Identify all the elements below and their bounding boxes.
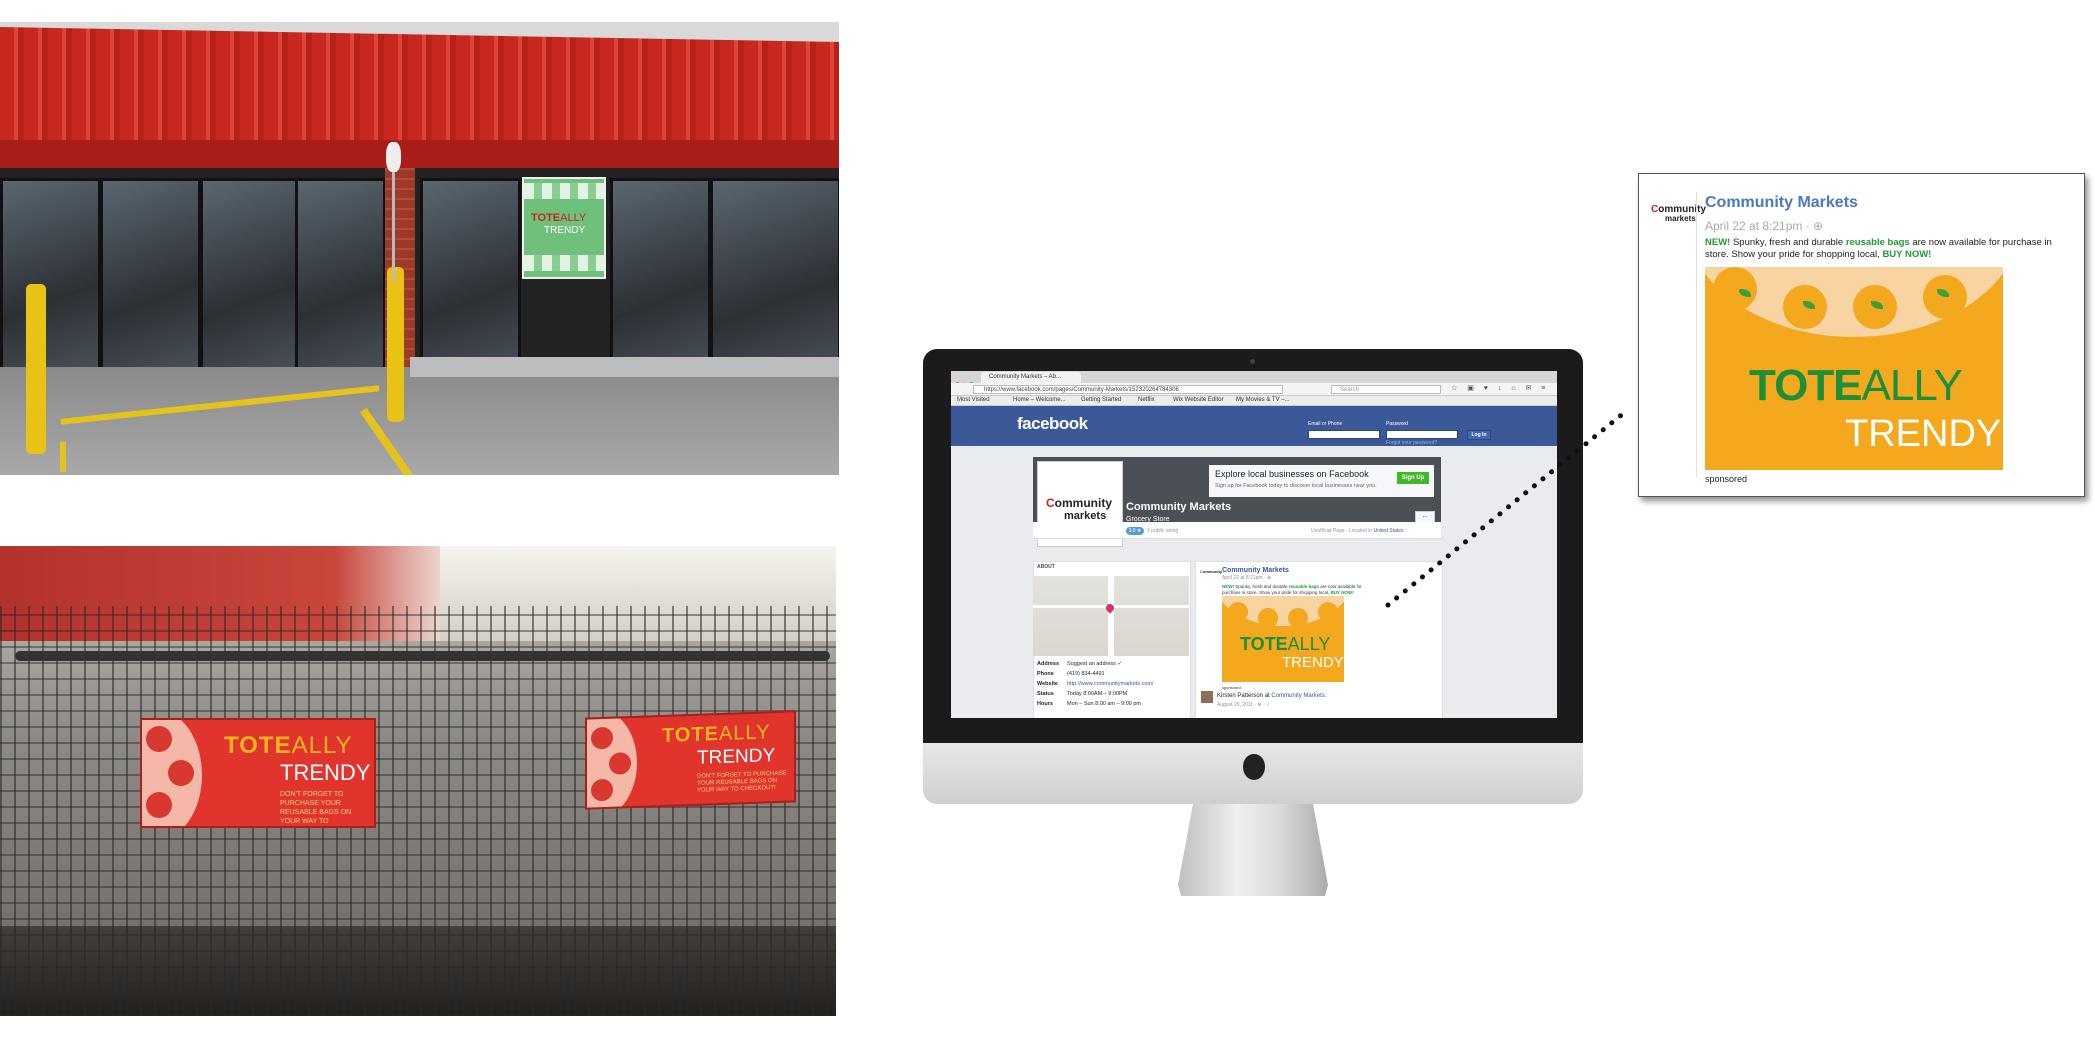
page-name[interactable]: Community Markets (1126, 501, 1231, 513)
camera (1250, 359, 1255, 364)
info-row: Address Suggest an address ✓ (1037, 661, 1123, 667)
cart-wire-grid (0, 606, 836, 1016)
cart-handle (15, 651, 485, 661)
about-label: ABOUT (1037, 564, 1055, 570)
url-field[interactable]: https://www.facebook.com/pages/Community… (973, 385, 1283, 394)
cart-sign: TOTEALLY TRENDY DON'T FORGET TO PURCHASE… (140, 718, 376, 828)
sponsored-label: sponsored (1222, 685, 1241, 690)
cart-handle (470, 651, 830, 661)
post-date[interactable]: April 22 at 8:21pm · ⊕ (1222, 575, 1271, 581)
post-avatar[interactable]: Community (1200, 567, 1222, 579)
map[interactable] (1033, 576, 1189, 656)
post-text: NEW! Spunky, fresh and durable reusable … (1222, 584, 1362, 595)
search-field[interactable]: Search (1331, 385, 1441, 394)
roof-edge (0, 140, 839, 168)
facebook-ad-card: Community markets Community Markets Apri… (1638, 173, 2085, 497)
bookmark-item[interactable]: Home – Welcome... (1013, 397, 1066, 403)
buy-now-link[interactable]: BUY NOW! (1882, 249, 1931, 260)
dotted-connector (1385, 409, 1628, 608)
storefront-photo: TOTEALLY TRENDY (0, 22, 839, 475)
connector-line (1385, 409, 1628, 608)
bollard (26, 284, 46, 454)
window-pane (420, 178, 521, 379)
shopping-carts-photo: TOTEALLY TRENDY DON'T FORGET TO PURCHASE… (0, 546, 836, 1016)
toolbar-icons[interactable]: ☆ ▣ ♥ ↓ ⌂ ✉ ≡ (1451, 384, 1549, 392)
checkin-text: Kirsten Patterson at Community Markets. (1217, 693, 1327, 699)
window-pane (0, 178, 101, 379)
ad-body-text: NEW! Spunky, fresh and durable reusable … (1705, 237, 2052, 260)
bookmark-item[interactable]: Wix Website Editor (1173, 397, 1224, 403)
email-label: Email or Phone (1308, 421, 1343, 427)
bollard (387, 267, 404, 422)
bookmark-item[interactable]: Netflix (1138, 397, 1155, 403)
explore-title: Explore local businesses on Facebook (1215, 469, 1369, 479)
bookmark-item[interactable]: Getting Started (1081, 397, 1121, 403)
commenter-avatar[interactable] (1201, 691, 1213, 703)
bookmark-item[interactable]: My Movies & TV –... (1236, 397, 1290, 403)
ad-image[interactable]: TOTEALLY TRENDY (1705, 267, 2003, 470)
parking-stripe (60, 442, 66, 472)
bookmark-item[interactable]: Most Visited (957, 397, 990, 403)
parking-lot (0, 367, 839, 475)
rating-badge: 3.0 ★ (1126, 527, 1144, 535)
door-pane (100, 178, 201, 379)
info-row: Hours Mon – Sun 8:00 am – 9:00 pm (1037, 701, 1141, 707)
community-markets-logo[interactable]: Community markets (1651, 204, 1706, 223)
explore-subtitle: Sign up for Facebook today to discover l… (1215, 483, 1377, 489)
curb (410, 357, 839, 377)
email-field[interactable] (1308, 430, 1380, 439)
ad-date[interactable]: April 22 at 8:21pm · ⊕ (1705, 219, 1823, 233)
rating-text[interactable]: 1 public rating (1147, 528, 1178, 534)
door-pane (200, 178, 301, 379)
window-pane (610, 178, 711, 379)
facebook-logo[interactable]: facebook (1017, 414, 1088, 434)
red-roof (0, 27, 839, 147)
sign-board (386, 142, 401, 172)
post-ad-image[interactable]: TOTEALLY TRENDY (1222, 596, 1344, 682)
info-row: Phone (419) 834-4491 (1037, 671, 1105, 677)
sponsored-label: sponsored (1705, 474, 1748, 484)
post-page-name[interactable]: Community Markets (1222, 567, 1289, 574)
cart-sign: TOTEALLY TRENDY DON'T FORGET TO PURCHASE… (585, 710, 796, 810)
website-link[interactable]: http://www.communitymarkets.com/ (1067, 681, 1154, 687)
window-pane (710, 178, 839, 379)
place-link[interactable]: Community Markets. (1271, 693, 1326, 699)
apple-logo-icon (1243, 754, 1265, 780)
ad-page-name[interactable]: Community Markets (1705, 194, 1858, 212)
browser-tab[interactable]: Community Markets – Ab... (981, 372, 1081, 383)
info-row: Website http://www.communitymarkets.com/ (1037, 681, 1154, 687)
info-row: Status Today 8:00AM – 9:00PM (1037, 691, 1128, 697)
window-poster: TOTEALLY TRENDY (522, 177, 606, 279)
window-pane (295, 178, 386, 379)
divider (1696, 192, 1697, 477)
monitor-stand (1178, 804, 1328, 896)
checkin-date[interactable]: August 20, 2011 · ⊕ · ✓ (1217, 702, 1270, 708)
